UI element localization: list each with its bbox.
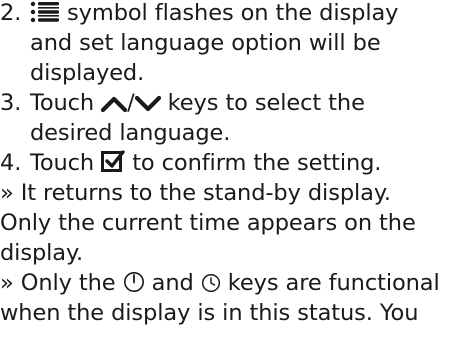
slash: / [127,90,135,116]
note-line-1: » It returns to the stand-by display. [0,180,391,206]
step-2-line-3: displayed. [30,60,145,86]
step-4-touch: Touch [30,150,102,176]
note-line-4: » Only the and keys are functional [0,268,440,298]
step-2-line-1: 2. symbol flashes on the display [0,0,398,28]
note-4-pre: » Only the [0,270,123,296]
step-4-text: to confirm the setting. [125,150,382,176]
step-3-line-1: 3. Touch / keys to select the [0,88,365,118]
step-number: 2. [0,0,22,26]
step-4-line-1: 4. Touch to confirm the setting. [0,148,381,178]
step-number: 3. [0,90,22,116]
step-3-line-2: desired language. [30,120,231,146]
step-3-touch: Touch [30,90,102,116]
step-3-text: keys to select the [160,90,365,116]
note-line-5: when the display is in this status. You [0,300,419,326]
down-arrow-icon [134,95,161,113]
power-icon [123,271,145,293]
up-arrow-icon [101,95,128,113]
step-2-text: symbol flashes on the display [60,0,399,26]
clock-icon [201,273,221,293]
list-icon [30,1,60,23]
note-4-mid: and [144,270,201,296]
note-line-2: Only the current time appears on the [0,210,416,236]
note-line-3: display. [0,240,84,266]
step-2-line-2: and set language option will be [30,30,381,56]
note-4-post: keys are functional [220,270,440,296]
checkbox-check-icon [101,149,125,173]
step-number: 4. [0,150,22,176]
